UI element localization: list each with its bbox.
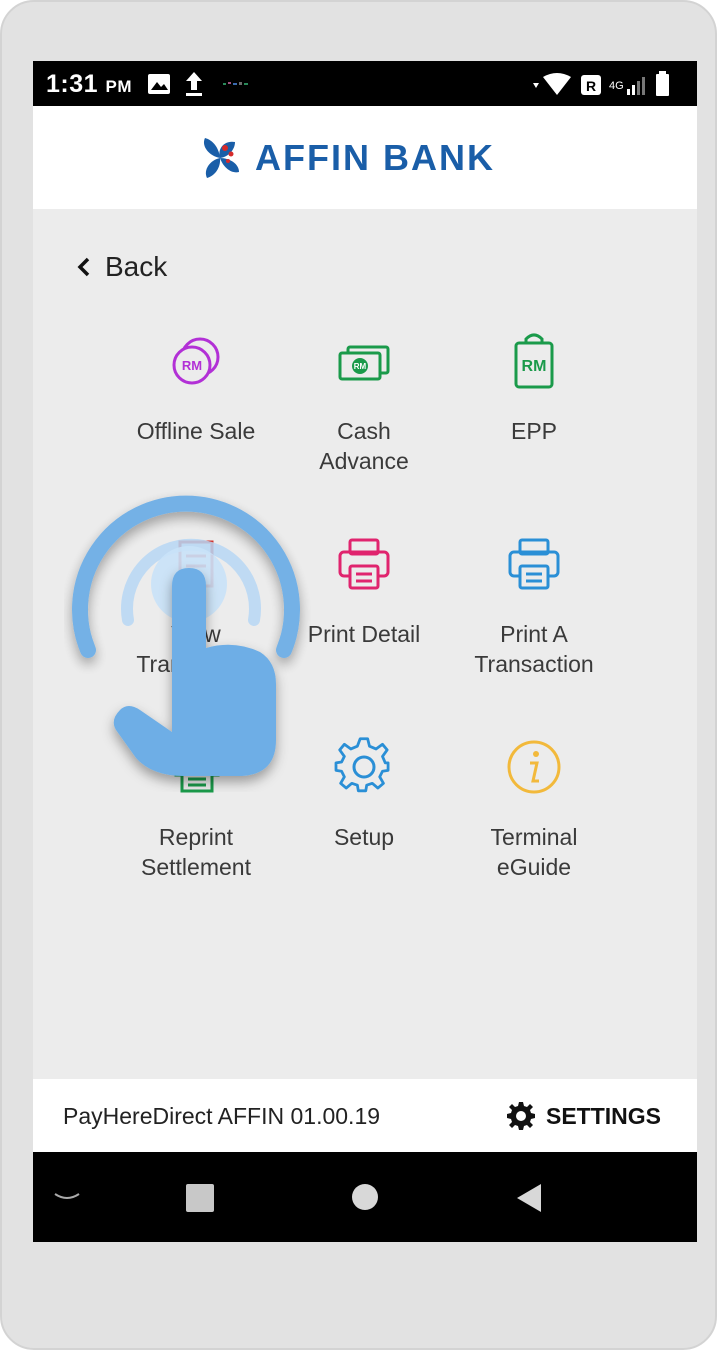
status-bar: 1:31 PM R 4G [33, 61, 697, 106]
app-version: PayHereDirect AFFIN 01.00.19 [63, 1103, 381, 1129]
clock: 1:31 PM [46, 70, 132, 99]
menu-print-detail[interactable]: Print Detail [274, 534, 454, 649]
menu-label: Print Detail [307, 621, 421, 647]
menu-label: Cash Advance [319, 418, 409, 474]
clock-ampm: PM [105, 77, 132, 96]
app-header: AFFIN BANK [33, 106, 697, 209]
menu-cash-advance[interactable]: RM Cash Advance [274, 331, 454, 476]
recents-button-icon[interactable] [186, 1184, 214, 1212]
cash-note-icon: RM [338, 345, 390, 381]
affin-bank-logo: AFFIN BANK [195, 134, 495, 182]
home-button-icon[interactable] [351, 1183, 379, 1211]
clock-time: 1:31 [46, 70, 99, 98]
receipt-icon [178, 540, 214, 588]
footer-bar: PayHereDirect AFFIN 01.00.19 SETTINGS [33, 1079, 697, 1152]
menu-reprint-settlement[interactable]: Reprint Settlement [106, 737, 286, 882]
settings-button[interactable]: SETTINGS [506, 1101, 661, 1131]
affin-flower-icon [203, 138, 239, 178]
menu-label: Reprint Settlement [141, 824, 251, 880]
network-type: 4G [609, 80, 624, 92]
menu-epp[interactable]: RM EPP [444, 331, 624, 446]
menu-print-a-transaction[interactable]: Print A Transaction [444, 534, 624, 679]
logo-text: AFFIN BANK [255, 137, 495, 178]
rm-coins-icon: RM [172, 337, 220, 385]
menu-label: Print A Transaction [474, 621, 594, 677]
menu-view-transaction[interactable]: View Transaction [106, 534, 286, 679]
gear-icon [506, 1102, 535, 1130]
upload-notification-icon [186, 72, 202, 96]
gear-icon [334, 737, 390, 793]
screen: 1:31 PM R 4G AFFIN BANK Back RM Offline … [33, 61, 697, 1242]
svg-text:RM: RM [354, 362, 367, 371]
svg-text:R: R [586, 78, 596, 94]
menu-label: EPP [510, 418, 558, 444]
printer-stack-icon [172, 745, 220, 793]
menu-label: Setup [333, 824, 395, 850]
menu-setup[interactable]: Setup [274, 737, 454, 852]
svg-text:RM: RM [182, 358, 202, 373]
info-icon [507, 740, 561, 794]
image-notification-icon [148, 74, 170, 94]
rm-clipboard-icon: RM [514, 333, 554, 389]
settings-label: SETTINGS [545, 1102, 661, 1129]
menu-label: Terminal eGuide [490, 824, 578, 880]
menu-terminal-eguide[interactable]: Terminal eGuide [444, 737, 624, 882]
menu-label: View Transaction [136, 621, 256, 677]
back-nav-button-icon[interactable] [515, 1182, 543, 1214]
menu-offline-sale[interactable]: RM Offline Sale [106, 331, 286, 446]
chevron-left-icon [77, 257, 90, 277]
back-label: Back [105, 251, 168, 282]
status-right-icons: R 4G [533, 71, 669, 96]
printer-icon [508, 538, 560, 590]
printer-icon [338, 538, 390, 590]
menu-label: Offline Sale [136, 418, 256, 444]
svg-text:RM: RM [522, 358, 547, 375]
notification-dots-icon [223, 82, 248, 85]
device-frame: 1:31 PM R 4G AFFIN BANK Back RM Offline … [0, 0, 717, 1350]
back-button[interactable]: Back [75, 251, 167, 283]
android-nav-bar [33, 1152, 697, 1242]
hide-keyboard-icon[interactable] [53, 1192, 81, 1202]
